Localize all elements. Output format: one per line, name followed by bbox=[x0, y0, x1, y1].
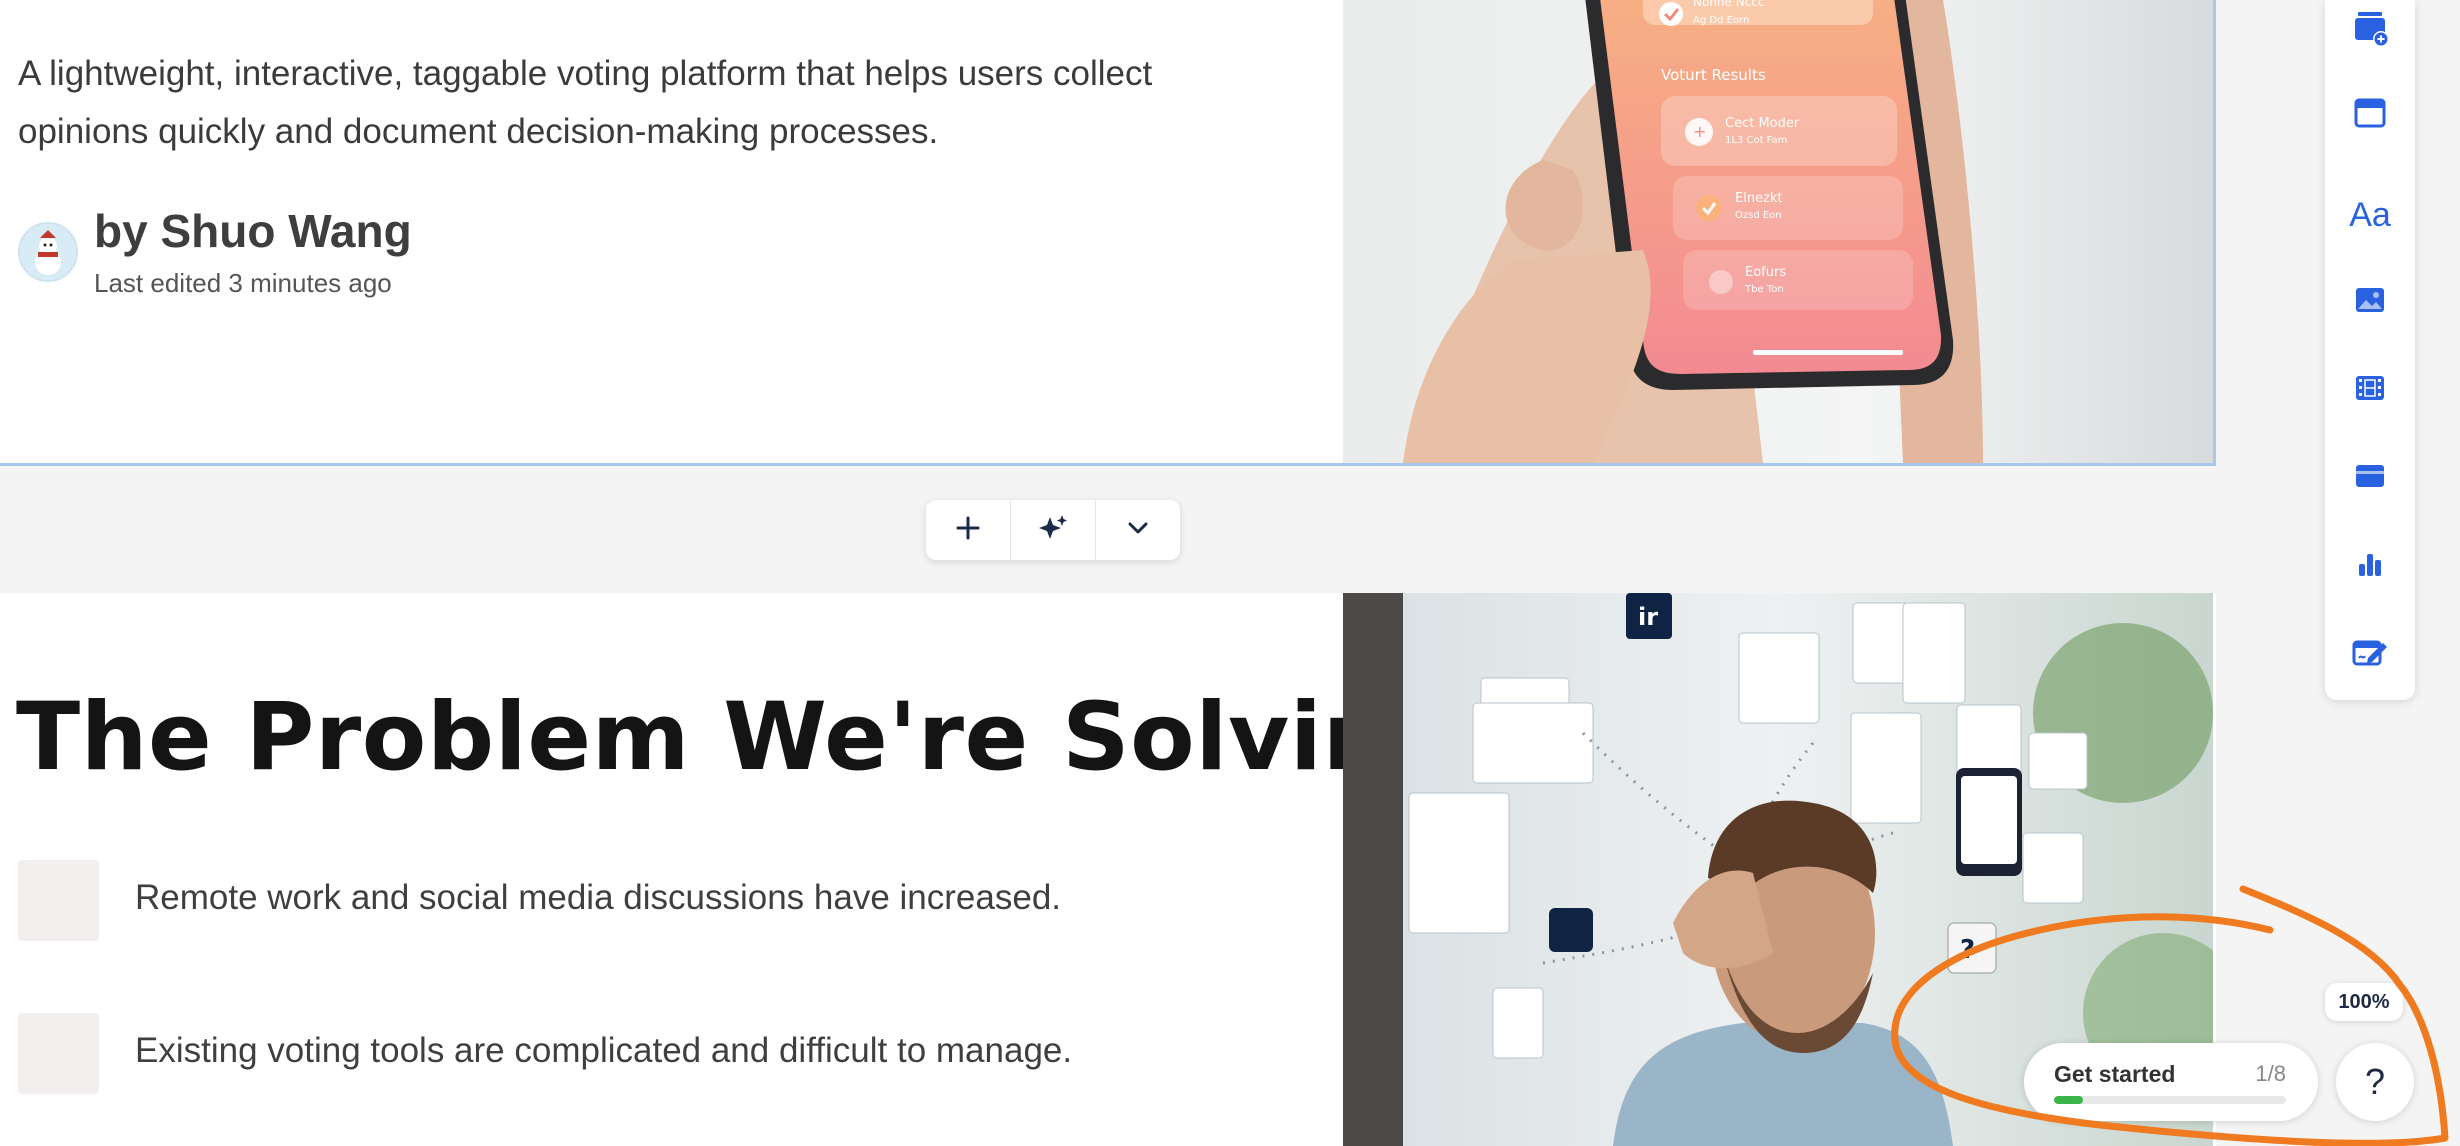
layout-icon bbox=[2352, 95, 2388, 136]
phone-row3-sub: Tbe Ton bbox=[1744, 284, 1784, 295]
bullet-item-2[interactable]: Existing voting tools are complicated an… bbox=[135, 1031, 1072, 1071]
get-started-label: Get started bbox=[2054, 1061, 2176, 1087]
sparkle-icon bbox=[1037, 513, 1069, 548]
text-icon: Aa bbox=[2349, 195, 2391, 234]
card-description[interactable]: A lightweight, interactive, taggable vot… bbox=[18, 45, 1278, 161]
phone-top-title: Nonne Nccc bbox=[1693, 0, 1765, 9]
add-block-button[interactable] bbox=[926, 500, 1010, 560]
get-started-progress bbox=[2054, 1096, 2286, 1104]
insert-toolbar: Aa bbox=[2325, 0, 2415, 700]
get-started-count: 1/8 bbox=[2255, 1061, 2286, 1086]
video-icon bbox=[2352, 370, 2388, 411]
more-options-button[interactable] bbox=[1095, 500, 1180, 560]
add-card-button[interactable] bbox=[2325, 0, 2415, 60]
phone-top-sub: Ag Dd Eorn bbox=[1693, 15, 1749, 26]
image-icon bbox=[2352, 282, 2388, 323]
form-icon bbox=[2350, 634, 2390, 675]
title-card[interactable]: A lightweight, interactive, taggable vot… bbox=[0, 0, 2216, 466]
get-started-button[interactable]: Get started 1/8 bbox=[2024, 1043, 2318, 1121]
problem-card[interactable]: The Problem We're Solving Remote work an… bbox=[0, 593, 2216, 1146]
chevron-down-icon bbox=[1127, 521, 1149, 540]
add-card-icon bbox=[2350, 8, 2390, 53]
svg-text:?: ? bbox=[1960, 935, 1975, 965]
card-heading[interactable]: The Problem We're Solving bbox=[16, 683, 1458, 792]
phone-row2-sub: Ozsd Eon bbox=[1735, 210, 1782, 221]
last-edited: Last edited 3 minutes ago bbox=[94, 268, 392, 298]
avatar bbox=[18, 222, 78, 282]
chart-button[interactable] bbox=[2325, 536, 2415, 596]
embed-icon bbox=[2352, 458, 2388, 499]
block-toolbar bbox=[926, 500, 1180, 560]
phone-section-label: Voturt Results bbox=[1661, 66, 1766, 84]
bullet-icon-placeholder[interactable] bbox=[18, 860, 99, 941]
image-badge: ir bbox=[1638, 603, 1658, 631]
text-button[interactable]: Aa bbox=[2325, 185, 2415, 245]
phone-row3-title: Eofurs bbox=[1745, 265, 1786, 280]
phone-image[interactable]: Nonne Nccc Ag Dd Eorn Voturt Results + C… bbox=[1343, 0, 2213, 463]
help-button[interactable]: ? bbox=[2336, 1043, 2414, 1121]
get-started-progress-fill bbox=[2054, 1096, 2083, 1104]
plus-icon bbox=[955, 515, 981, 546]
layout-button[interactable] bbox=[2325, 85, 2415, 145]
embed-button[interactable] bbox=[2325, 448, 2415, 508]
bullet-icon-placeholder[interactable] bbox=[18, 1013, 99, 1094]
phone-row1-sub: 1L3 Cot Fam bbox=[1725, 135, 1787, 146]
video-button[interactable] bbox=[2325, 360, 2415, 420]
question-mark-icon: ? bbox=[2364, 1061, 2386, 1102]
zoom-level[interactable]: 100% bbox=[2325, 983, 2403, 1021]
ai-generate-button[interactable] bbox=[1010, 500, 1095, 560]
phone-row1-title: Cect Moder bbox=[1725, 116, 1800, 131]
svg-text:+: + bbox=[1693, 122, 1706, 141]
image-button[interactable] bbox=[2325, 272, 2415, 332]
author-name: by Shuo Wang bbox=[94, 205, 412, 257]
chart-icon bbox=[2352, 546, 2388, 587]
form-button[interactable] bbox=[2325, 624, 2415, 684]
bullet-item-1[interactable]: Remote work and social media discussions… bbox=[135, 878, 1061, 918]
phone-row2-title: Elnezkt bbox=[1735, 191, 1783, 206]
